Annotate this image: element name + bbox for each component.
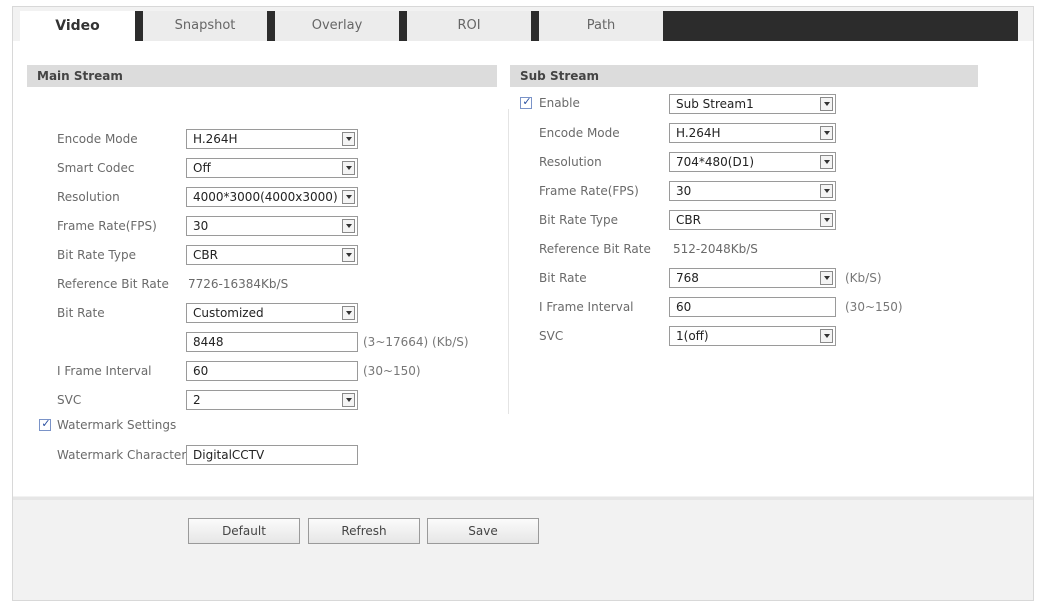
- main-resolution-value: 4000*3000(4000x3000): [193, 190, 338, 204]
- main-encode-mode-select[interactable]: H.264H: [186, 129, 358, 149]
- sub-bit-rate-value: 768: [676, 271, 699, 285]
- main-reference-bit-rate-label: Reference Bit Rate: [57, 277, 169, 291]
- main-bit-rate-value: Customized: [193, 306, 264, 320]
- sub-svc-label: SVC: [539, 329, 564, 343]
- main-smart-codec-value: Off: [193, 161, 211, 175]
- sub-bit-rate-hint: (Kb/S): [845, 271, 882, 285]
- chevron-down-icon: [342, 190, 355, 204]
- sub-encode-mode-select[interactable]: H.264H: [669, 123, 836, 143]
- main-bit-rate-type-value: CBR: [193, 248, 218, 262]
- sub-svc-select[interactable]: 1(off): [669, 326, 836, 346]
- main-frame-rate-value: 30: [193, 219, 209, 233]
- main-svc-value: 2: [193, 393, 201, 407]
- tab-overlay[interactable]: Overlay: [267, 11, 399, 41]
- settings-content: Main Stream Encode Mode H.264H Smart Cod…: [13, 41, 1033, 496]
- chevron-down-icon: [342, 132, 355, 146]
- tab-snapshot[interactable]: Snapshot: [135, 11, 267, 41]
- sub-frame-rate-label: Frame Rate(FPS): [539, 184, 639, 198]
- watermark-character-label: Watermark Character: [57, 448, 187, 462]
- sub-stream-value: Sub Stream1: [676, 97, 754, 111]
- main-encode-mode-label: Encode Mode: [57, 132, 138, 146]
- tab-video[interactable]: Video: [20, 11, 135, 41]
- sub-bit-rate-type-value: CBR: [676, 213, 701, 227]
- default-button[interactable]: Default: [188, 518, 300, 544]
- sub-enable-label: Enable: [539, 96, 580, 110]
- refresh-button[interactable]: Refresh: [308, 518, 420, 544]
- tab-roi[interactable]: ROI: [399, 11, 531, 41]
- sub-i-frame-interval-input[interactable]: 60: [669, 297, 836, 317]
- watermark-settings-checkbox[interactable]: ✓: [39, 417, 51, 431]
- main-resolution-label: Resolution: [57, 190, 120, 204]
- sub-stream-select[interactable]: Sub Stream1: [669, 94, 836, 114]
- main-smart-codec-select[interactable]: Off: [186, 158, 358, 178]
- main-frame-rate-label: Frame Rate(FPS): [57, 219, 157, 233]
- main-encode-mode-value: H.264H: [193, 132, 238, 146]
- main-bit-rate-type-select[interactable]: CBR: [186, 245, 358, 265]
- chevron-down-icon: [820, 213, 833, 227]
- tab-path[interactable]: Path: [531, 11, 663, 41]
- chevron-down-icon: [342, 248, 355, 262]
- sub-svc-value: 1(off): [676, 329, 709, 343]
- checkmark-icon: ✓: [522, 95, 532, 108]
- chevron-down-icon: [342, 219, 355, 233]
- sub-i-frame-interval-hint: (30~150): [845, 300, 903, 314]
- sub-resolution-value: 704*480(D1): [676, 155, 755, 169]
- chevron-down-icon: [820, 155, 833, 169]
- tab-bar: Video Snapshot Overlay ROI Path: [20, 11, 1018, 41]
- main-reference-bit-rate-value: 7726-16384Kb/S: [188, 277, 289, 291]
- chevron-down-icon: [820, 329, 833, 343]
- footer-divider: [13, 497, 1033, 500]
- chevron-down-icon: [342, 161, 355, 175]
- sub-reference-bit-rate-value: 512-2048Kb/S: [673, 242, 758, 256]
- main-bit-rate-hint: (3~17664) (Kb/S): [363, 335, 469, 349]
- chevron-down-icon: [820, 184, 833, 198]
- sub-reference-bit-rate-label: Reference Bit Rate: [539, 242, 651, 256]
- main-resolution-select[interactable]: 4000*3000(4000x3000): [186, 187, 358, 207]
- save-button[interactable]: Save: [427, 518, 539, 544]
- sub-bit-rate-select[interactable]: 768: [669, 268, 836, 288]
- sub-encode-mode-label: Encode Mode: [539, 126, 620, 140]
- watermark-character-input[interactable]: DigitalCCTV: [186, 445, 358, 465]
- watermark-settings-label: Watermark Settings: [57, 418, 177, 432]
- sub-frame-rate-value: 30: [676, 184, 692, 198]
- main-bit-rate-custom-input[interactable]: 8448: [186, 332, 358, 352]
- main-svc-label: SVC: [57, 393, 82, 407]
- main-bit-rate-label: Bit Rate: [57, 306, 105, 320]
- chevron-down-icon: [820, 126, 833, 140]
- main-i-frame-interval-input[interactable]: 60: [186, 361, 358, 381]
- sub-stream-enable-checkbox[interactable]: ✓: [520, 95, 532, 109]
- sub-bit-rate-type-label: Bit Rate Type: [539, 213, 618, 227]
- main-bit-rate-type-label: Bit Rate Type: [57, 248, 136, 262]
- chevron-down-icon: [820, 271, 833, 285]
- sub-bit-rate-type-select[interactable]: CBR: [669, 210, 836, 230]
- sub-resolution-select[interactable]: 704*480(D1): [669, 152, 836, 172]
- sub-stream-header: Sub Stream: [510, 65, 978, 87]
- sub-frame-rate-select[interactable]: 30: [669, 181, 836, 201]
- main-frame-rate-select[interactable]: 30: [186, 216, 358, 236]
- tab-bar-filler: [663, 11, 1018, 41]
- chevron-down-icon: [342, 393, 355, 407]
- column-divider: [508, 109, 509, 414]
- main-smart-codec-label: Smart Codec: [57, 161, 135, 175]
- main-bit-rate-select[interactable]: Customized: [186, 303, 358, 323]
- sub-bit-rate-label: Bit Rate: [539, 271, 587, 285]
- video-settings-page: Video Snapshot Overlay ROI Path Main Str…: [12, 6, 1034, 601]
- chevron-down-icon: [342, 306, 355, 320]
- main-i-frame-interval-label: I Frame Interval: [57, 364, 152, 378]
- sub-encode-mode-value: H.264H: [676, 126, 721, 140]
- sub-i-frame-interval-label: I Frame Interval: [539, 300, 634, 314]
- main-stream-header: Main Stream: [27, 65, 497, 87]
- checkmark-icon: ✓: [41, 417, 51, 430]
- chevron-down-icon: [820, 97, 833, 111]
- main-svc-select[interactable]: 2: [186, 390, 358, 410]
- main-i-frame-interval-hint: (30~150): [363, 364, 421, 378]
- sub-resolution-label: Resolution: [539, 155, 602, 169]
